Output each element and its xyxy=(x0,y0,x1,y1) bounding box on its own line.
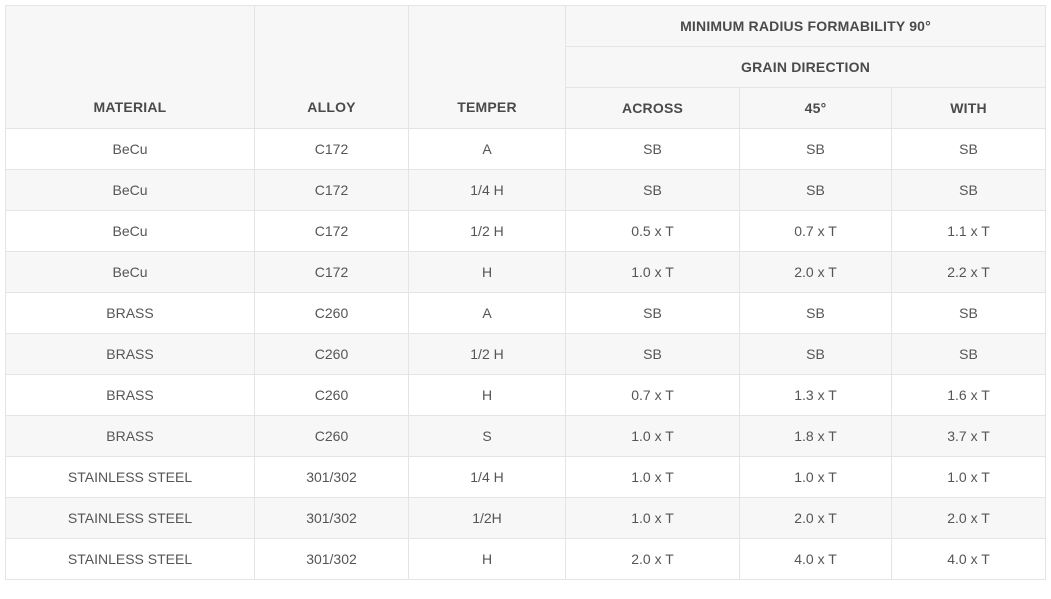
cell-temper: A xyxy=(408,292,566,334)
cell-alloy: C172 xyxy=(254,251,409,293)
cell-temper: 1/4 H xyxy=(408,169,566,211)
cell-across: 1.0 x T xyxy=(565,415,740,457)
table-row: BeCu C172 1/2 H 0.5 x T 0.7 x T 1.1 x T xyxy=(5,210,1047,252)
cell-alloy: C172 xyxy=(254,169,409,211)
header-45-degrees: 45° xyxy=(739,87,892,129)
cell-across: SB xyxy=(565,128,740,170)
cell-45-degrees: SB xyxy=(739,292,892,334)
cell-material: BeCu xyxy=(5,128,255,170)
cell-alloy: C260 xyxy=(254,374,409,416)
cell-with: SB xyxy=(890,128,1047,170)
cell-with: 2.2 x T xyxy=(890,251,1047,293)
cell-across: SB xyxy=(565,333,740,375)
cell-material: BRASS xyxy=(5,333,255,375)
table-row: BeCu C172 1/4 H SB SB SB xyxy=(5,169,1047,211)
cell-with: 2.0 x T xyxy=(890,497,1047,539)
table-header: MATERIAL ALLOY TEMPER MINIMUM RADIUS FOR… xyxy=(5,5,1047,129)
cell-with: SB xyxy=(890,333,1047,375)
cell-with: SB xyxy=(890,169,1047,211)
cell-with: SB xyxy=(890,292,1047,334)
cell-alloy: C172 xyxy=(254,210,409,252)
formability-table: MATERIAL ALLOY TEMPER MINIMUM RADIUS FOR… xyxy=(5,5,1047,580)
header-material: MATERIAL xyxy=(5,5,255,129)
cell-material: BRASS xyxy=(5,415,255,457)
cell-alloy: 301/302 xyxy=(254,497,409,539)
cell-45-degrees: 4.0 x T xyxy=(739,538,892,580)
cell-45-degrees: SB xyxy=(739,169,892,211)
table-row: BRASS C260 1/2 H SB SB SB xyxy=(5,333,1047,375)
cell-with: 3.7 x T xyxy=(890,415,1047,457)
cell-material: STAINLESS STEEL xyxy=(5,456,255,498)
cell-alloy: 301/302 xyxy=(254,538,409,580)
cell-material: BeCu xyxy=(5,210,255,252)
cell-across: 1.0 x T xyxy=(565,497,740,539)
cell-across: 1.0 x T xyxy=(565,251,740,293)
cell-material: BRASS xyxy=(5,374,255,416)
cell-45-degrees: SB xyxy=(739,128,892,170)
cell-alloy: C260 xyxy=(254,333,409,375)
cell-temper: 1/2H xyxy=(408,497,566,539)
cell-45-degrees: 1.3 x T xyxy=(739,374,892,416)
table-row: BeCu C172 A SB SB SB xyxy=(5,128,1047,170)
cell-temper: H xyxy=(408,374,566,416)
cell-alloy: C260 xyxy=(254,292,409,334)
cell-material: BeCu xyxy=(5,169,255,211)
cell-temper: S xyxy=(408,415,566,457)
table-row: BeCu C172 H 1.0 x T 2.0 x T 2.2 x T xyxy=(5,251,1047,293)
cell-45-degrees: 2.0 x T xyxy=(739,497,892,539)
cell-45-degrees: 1.8 x T xyxy=(739,415,892,457)
cell-alloy: C260 xyxy=(254,415,409,457)
cell-temper: 1/4 H xyxy=(408,456,566,498)
cell-material: BRASS xyxy=(5,292,255,334)
cell-temper: H xyxy=(408,251,566,293)
cell-alloy: 301/302 xyxy=(254,456,409,498)
cell-45-degrees: 1.0 x T xyxy=(739,456,892,498)
header-across: ACROSS xyxy=(565,87,740,129)
table-row: STAINLESS STEEL 301/302 1/2H 1.0 x T 2.0… xyxy=(5,497,1047,539)
cell-with: 1.1 x T xyxy=(890,210,1047,252)
table-row: STAINLESS STEEL 301/302 1/4 H 1.0 x T 1.… xyxy=(5,456,1047,498)
header-temper: TEMPER xyxy=(408,5,566,129)
cell-with: 1.0 x T xyxy=(890,456,1047,498)
cell-temper: H xyxy=(408,538,566,580)
cell-temper: 1/2 H xyxy=(408,333,566,375)
cell-across: SB xyxy=(565,292,740,334)
header-grain-direction: GRAIN DIRECTION xyxy=(564,46,1047,88)
table-body: BeCu C172 A SB SB SB BeCu C172 1/4 H SB … xyxy=(5,128,1047,580)
cell-with: 1.6 x T xyxy=(890,374,1047,416)
cell-across: SB xyxy=(565,169,740,211)
cell-temper: A xyxy=(408,128,566,170)
cell-across: 2.0 x T xyxy=(565,538,740,580)
cell-temper: 1/2 H xyxy=(408,210,566,252)
cell-45-degrees: 2.0 x T xyxy=(739,251,892,293)
header-alloy: ALLOY xyxy=(254,5,409,129)
cell-across: 0.5 x T xyxy=(565,210,740,252)
table-row: BRASS C260 A SB SB SB xyxy=(5,292,1047,334)
cell-material: STAINLESS STEEL xyxy=(5,538,255,580)
header-row-group: MATERIAL ALLOY TEMPER MINIMUM RADIUS FOR… xyxy=(5,5,1047,129)
header-min-radius-formability: MINIMUM RADIUS FORMABILITY 90° xyxy=(564,5,1047,47)
cell-across: 1.0 x T xyxy=(565,456,740,498)
cell-45-degrees: SB xyxy=(739,333,892,375)
cell-material: BeCu xyxy=(5,251,255,293)
cell-with: 4.0 x T xyxy=(890,538,1047,580)
table-row: BRASS C260 S 1.0 x T 1.8 x T 3.7 x T xyxy=(5,415,1047,457)
cell-45-degrees: 0.7 x T xyxy=(739,210,892,252)
cell-material: STAINLESS STEEL xyxy=(5,497,255,539)
cell-across: 0.7 x T xyxy=(565,374,740,416)
table-row: STAINLESS STEEL 301/302 H 2.0 x T 4.0 x … xyxy=(5,538,1047,580)
header-with: WITH xyxy=(890,87,1047,129)
table-row: BRASS C260 H 0.7 x T 1.3 x T 1.6 x T xyxy=(5,374,1047,416)
cell-alloy: C172 xyxy=(254,128,409,170)
